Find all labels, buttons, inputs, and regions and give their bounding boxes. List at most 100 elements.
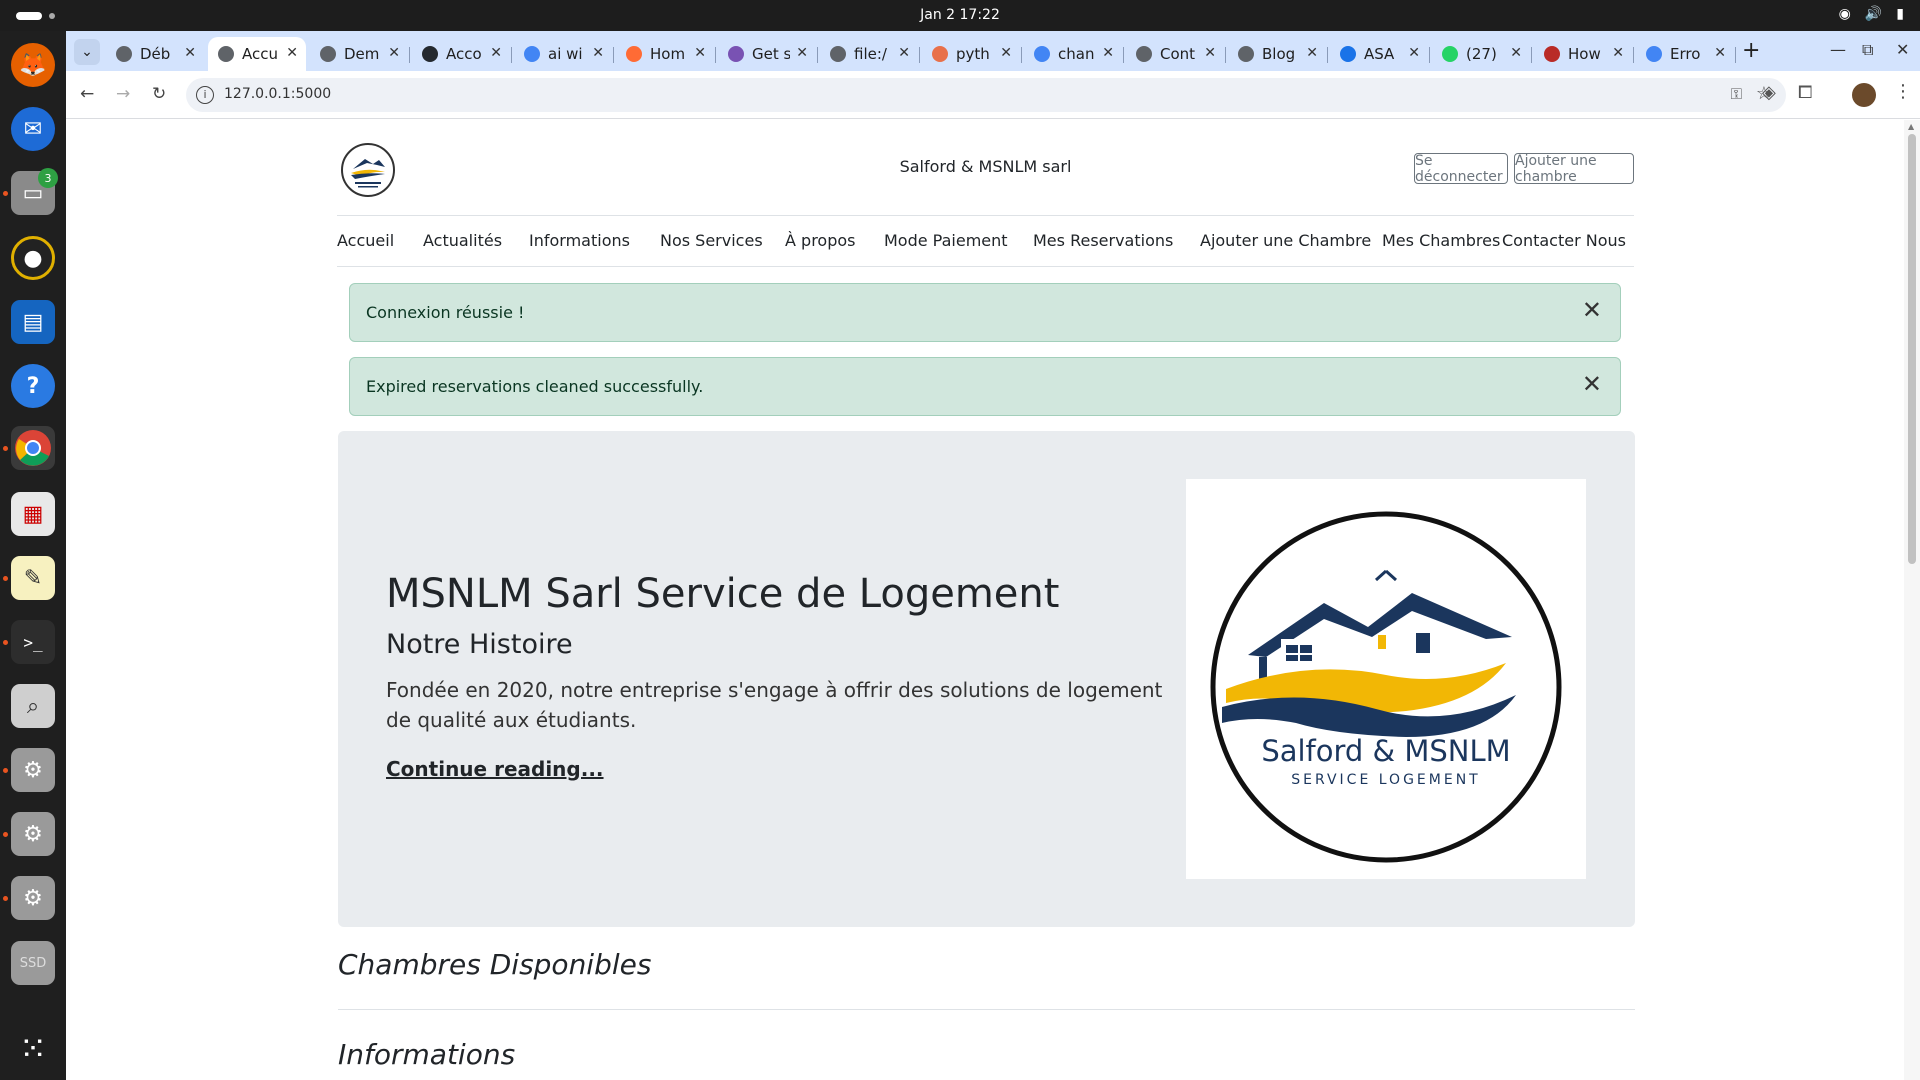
nav-mode-paiement[interactable]: Mode Paiement — [884, 231, 1008, 250]
browser-tab[interactable]: pyth ✕ — [922, 37, 1020, 71]
nav-actualites[interactable]: Actualités — [423, 231, 502, 250]
hero-subtitle: Notre Histoire — [386, 629, 573, 660]
reload-icon[interactable]: ↻ — [152, 84, 166, 104]
settings-icon[interactable]: ⚙ — [11, 812, 55, 856]
nav-a-propos[interactable]: À propos — [785, 231, 855, 250]
browser-tab[interactable]: Déb ✕ — [106, 37, 204, 71]
tab-title: (27) — [1466, 45, 1497, 63]
browser-tab[interactable]: Dem ✕ — [310, 37, 408, 71]
tab-separator — [1021, 47, 1022, 63]
dock: 🦊 ✉ ▭ 3 ● ▤ ? ▦ ✎ >_ ⌕ ⚙ ⚙ ⚙ SSD ⁙ — [0, 31, 66, 1080]
browser-tab[interactable]: Acco ✕ — [412, 37, 510, 71]
settings-icon[interactable]: ⚙ — [11, 876, 55, 920]
browser-tab[interactable]: ai wi ✕ — [514, 37, 612, 71]
running-indicator — [3, 446, 8, 451]
main-nav: Accueil Actualités Informations Nos Serv… — [337, 216, 1634, 267]
nav-accueil[interactable]: Accueil — [337, 231, 394, 250]
new-tab-button[interactable]: + — [1742, 38, 1760, 63]
tab-close-icon[interactable]: ✕ — [796, 45, 808, 61]
nav-contacter-nous[interactable]: Contacter Nous — [1502, 231, 1626, 250]
logout-button[interactable]: Se déconnecter — [1414, 153, 1508, 185]
tab-close-icon[interactable]: ✕ — [184, 45, 196, 61]
files-badge: 3 — [38, 168, 58, 188]
tab-favicon-icon — [320, 46, 336, 62]
help-icon[interactable]: ? — [11, 364, 55, 408]
tab-close-icon[interactable]: ✕ — [1510, 45, 1522, 61]
tab-close-icon[interactable]: ✕ — [1204, 45, 1216, 61]
tab-close-icon[interactable]: ✕ — [490, 45, 502, 61]
nav-ajouter-chambre[interactable]: Ajouter une Chambre — [1200, 231, 1371, 250]
tab-title: Blog — [1262, 45, 1296, 63]
tab-close-icon[interactable]: ✕ — [1000, 45, 1012, 61]
section-divider — [338, 1009, 1635, 1010]
browser-tab[interactable]: Cont ✕ — [1126, 37, 1224, 71]
tab-close-icon[interactable]: ✕ — [388, 45, 400, 61]
browser-tab[interactable]: Blog ✕ — [1228, 37, 1326, 71]
browser-tab[interactable]: (27) ✕ — [1432, 37, 1530, 71]
password-key-icon[interactable]: ⚿ — [1731, 85, 1742, 103]
tab-separator — [1735, 47, 1736, 63]
extension-icon[interactable]: ◈ — [1762, 82, 1776, 103]
ssd-drive-icon[interactable]: SSD — [11, 941, 55, 985]
scroll-up-arrow-icon[interactable]: ▲ — [1908, 122, 1914, 131]
settings-icon[interactable]: ⚙ — [11, 748, 55, 792]
page-scrollbar[interactable]: ▲ — [1904, 120, 1920, 1080]
browser-tab[interactable]: ASA ✕ — [1330, 37, 1428, 71]
browser-tab[interactable]: How ✕ — [1534, 37, 1632, 71]
scrollbar-thumb[interactable] — [1908, 134, 1916, 564]
minimize-icon[interactable]: — — [1830, 40, 1846, 59]
tab-close-icon[interactable]: ✕ — [1408, 45, 1420, 61]
url-text[interactable]: 127.0.0.1:5000 — [224, 86, 331, 102]
browser-tab[interactable]: file:/ ✕ — [820, 37, 918, 71]
firefox-icon[interactable]: 🦊 — [11, 43, 55, 87]
text-editor-icon[interactable]: ✎ — [11, 556, 55, 600]
system-tray[interactable]: ◉ 🔊 ▮ — [1839, 6, 1904, 22]
address-bar[interactable]: i 127.0.0.1:5000 ⚿ ☆ — [186, 78, 1786, 112]
tab-title: ai wi — [548, 45, 583, 63]
show-apps-icon[interactable]: ⁙ — [11, 1027, 55, 1071]
site-info-icon[interactable]: i — [196, 86, 214, 104]
close-icon[interactable]: ✕ — [1582, 296, 1602, 324]
tab-close-icon[interactable]: ✕ — [694, 45, 706, 61]
tab-search-button[interactable]: ⌄ — [74, 39, 100, 65]
restore-icon[interactable]: ⧉ — [1862, 40, 1873, 60]
thunderbird-icon[interactable]: ✉ — [11, 107, 55, 151]
nav-informations[interactable]: Informations — [529, 231, 630, 250]
add-room-button[interactable]: Ajouter une chambre — [1514, 153, 1634, 185]
rhythmbox-icon[interactable]: ● — [11, 236, 55, 280]
browser-tab[interactable]: chan ✕ — [1024, 37, 1122, 71]
browser-tab[interactable]: Erro ✕ — [1636, 37, 1734, 71]
tab-close-icon[interactable]: ✕ — [1714, 45, 1726, 61]
terminal-icon[interactable]: >_ — [11, 620, 55, 664]
nav-mes-reservations[interactable]: Mes Reservations — [1033, 231, 1173, 250]
tab-close-icon[interactable]: ✕ — [592, 45, 604, 61]
tab-favicon-icon — [524, 46, 540, 62]
browser-tab[interactable]: Get s ✕ — [718, 37, 816, 71]
running-indicator — [3, 896, 8, 901]
tab-close-icon[interactable]: ✕ — [898, 45, 910, 61]
browser-tab[interactable]: Accu ✕ — [208, 37, 306, 71]
browser-tab[interactable]: Hom ✕ — [616, 37, 714, 71]
tab-close-icon[interactable]: ✕ — [1306, 45, 1318, 61]
clock[interactable]: Jan 2 17:22 — [0, 7, 1920, 23]
hero-section: MSNLM Sarl Service de Logement Notre His… — [338, 431, 1635, 927]
tab-close-icon[interactable]: ✕ — [286, 45, 298, 61]
profile-avatar[interactable] — [1852, 83, 1876, 107]
tab-close-icon[interactable]: ✕ — [1102, 45, 1114, 61]
close-icon[interactable]: ✕ — [1582, 370, 1602, 398]
search-icon[interactable]: ⌕ — [11, 684, 55, 728]
tab-close-icon[interactable]: ✕ — [1612, 45, 1624, 61]
extensions-puzzle-icon[interactable]: ⧠ — [1798, 82, 1812, 103]
chrome-icon[interactable] — [11, 426, 55, 470]
continue-reading-link[interactable]: Continue reading... — [386, 757, 604, 781]
tab-strip: ⌄ Déb ✕ Accu ✕ Dem ✕ Acco ✕ ai wi ✕ Hom ✕ Get s ✕ file… — [66, 31, 1920, 71]
section-heading-chambres: Chambres Disponibles — [338, 948, 652, 981]
document-viewer-icon[interactable]: ▦ — [11, 492, 55, 536]
nav-mes-chambres[interactable]: Mes Chambres — [1382, 231, 1500, 250]
browser-menu-icon[interactable]: ⋮ — [1894, 81, 1912, 102]
back-icon[interactable]: ← — [80, 84, 94, 104]
nav-nos-services[interactable]: Nos Services — [660, 231, 763, 250]
writer-icon[interactable]: ▤ — [11, 300, 55, 344]
close-window-icon[interactable]: ✕ — [1896, 40, 1909, 59]
forward-icon[interactable]: → — [116, 84, 130, 104]
